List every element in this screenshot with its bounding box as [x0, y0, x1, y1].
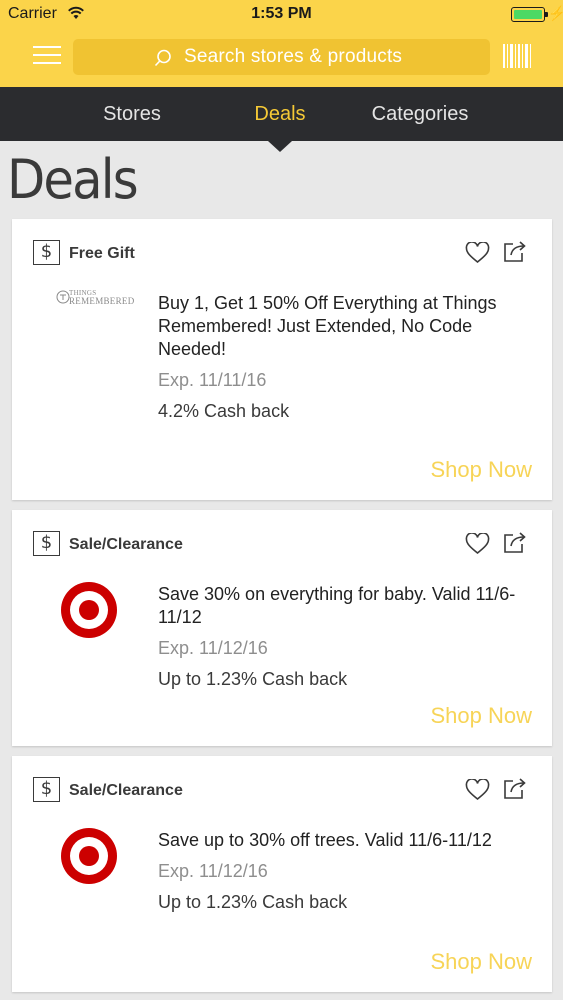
hamburger-menu-icon[interactable] [33, 46, 61, 66]
shop-now-button[interactable]: Shop Now [430, 457, 532, 483]
status-bar: Carrier 1:53 PM ⚡ [0, 0, 563, 30]
battery-icon [511, 7, 545, 22]
search-icon [154, 49, 171, 67]
tab-deals[interactable]: Deals [220, 103, 340, 126]
dollar-icon: $ [33, 531, 60, 556]
deal-card: $ Sale/Clearance Save up to 30% off tree… [12, 756, 552, 992]
deal-title[interactable]: Save 30% on everything for baby. Valid 1… [158, 583, 528, 629]
share-icon[interactable] [503, 240, 527, 262]
barcode-icon[interactable] [503, 44, 531, 68]
things-remembered-emblem [56, 290, 70, 304]
deal-cashback: 4.2% Cash back [158, 401, 290, 421]
things-remembered-logo: THINGS REMEMBERED [52, 287, 142, 317]
target-logo [61, 828, 117, 884]
share-icon[interactable] [503, 531, 527, 553]
heart-icon[interactable] [465, 242, 490, 264]
deal-cashback: Up to 1.23% Cash back [158, 892, 348, 912]
search-placeholder: Search stores & products [184, 46, 403, 67]
deal-card: $ Free Gift THINGS REMEMBERED Buy 1, Get… [12, 219, 552, 500]
deal-type-label: Free Gift [69, 245, 135, 262]
share-icon[interactable] [503, 777, 527, 799]
deal-card: $ Sale/Clearance Save 30% on everything … [12, 510, 552, 746]
battery-level [513, 9, 542, 19]
target-logo [61, 582, 117, 638]
page-title: Deals [7, 148, 139, 211]
logo-text-bottom: REMEMBERED [69, 296, 135, 306]
shop-now-button[interactable]: Shop Now [430, 703, 532, 729]
deal-expiration: Exp. 11/12/16 [158, 638, 268, 658]
deal-expiration: Exp. 11/12/16 [158, 861, 268, 881]
tab-bar: Stores Deals Categories [0, 87, 563, 141]
deal-cashback: Up to 1.23% Cash back [158, 669, 348, 689]
shop-now-button[interactable]: Shop Now [430, 949, 532, 975]
deal-title[interactable]: Buy 1, Get 1 50% Off Everything at Thing… [158, 292, 528, 361]
dollar-icon: $ [33, 240, 60, 265]
heart-icon[interactable] [465, 533, 490, 555]
dollar-icon: $ [33, 777, 60, 802]
deal-title[interactable]: Save up to 30% off trees. Valid 11/6-11/… [158, 829, 528, 852]
search-input[interactable]: Search stores & products [73, 39, 490, 75]
deal-expiration: Exp. 11/11/16 [158, 370, 267, 390]
tab-stores[interactable]: Stores [72, 103, 192, 126]
heart-icon[interactable] [465, 779, 490, 801]
tab-categories[interactable]: Categories [350, 103, 490, 126]
status-time: 1:53 PM [251, 5, 312, 22]
active-tab-indicator [268, 141, 292, 152]
deal-type-label: Sale/Clearance [69, 536, 183, 553]
app-header: Carrier 1:53 PM ⚡ Search stores & produc… [0, 0, 563, 87]
deal-type-label: Sale/Clearance [69, 782, 183, 799]
charging-icon: ⚡ [548, 5, 563, 21]
